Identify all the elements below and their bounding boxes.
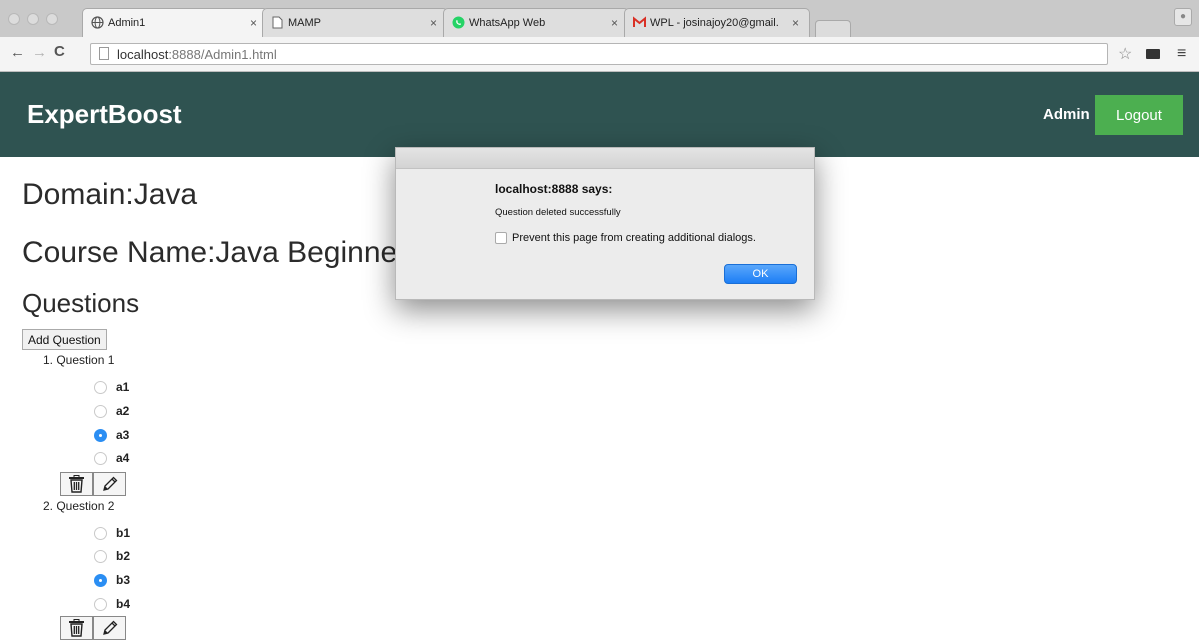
profile-icon[interactable]: ● xyxy=(1174,8,1192,26)
gmail-icon xyxy=(633,16,646,29)
hamburger-menu-icon[interactable]: ≡ xyxy=(1177,45,1186,63)
tab-whatsapp[interactable]: WhatsApp Web × xyxy=(443,8,629,37)
close-icon[interactable]: × xyxy=(611,16,618,30)
option-label: a1 xyxy=(116,380,130,394)
new-tab-button[interactable] xyxy=(815,20,851,37)
close-icon[interactable]: × xyxy=(250,16,257,30)
brand-logo[interactable]: ExpertBoost xyxy=(27,99,182,130)
globe-icon xyxy=(91,16,104,29)
cast-icon[interactable] xyxy=(1146,49,1160,59)
url-host: localhost xyxy=(117,47,169,62)
question-actions xyxy=(60,616,128,640)
window-minimize-button[interactable] xyxy=(27,13,39,25)
question-actions xyxy=(60,472,128,496)
option-label: b2 xyxy=(116,549,131,563)
trash-icon xyxy=(69,475,84,493)
prevent-dialogs-label[interactable]: Prevent this page from creating addition… xyxy=(512,232,756,244)
prevent-dialogs-checkbox[interactable] xyxy=(495,232,507,244)
option-label: b3 xyxy=(116,573,131,587)
logout-button[interactable]: Logout xyxy=(1095,95,1183,135)
tab-mamp[interactable]: MAMP × xyxy=(262,8,448,37)
question-title: 2. Question 2 xyxy=(43,499,115,513)
site-header: ExpertBoost Admin Logout xyxy=(0,72,1199,157)
radio-button[interactable] xyxy=(94,452,107,465)
tab-title: WhatsApp Web xyxy=(469,17,546,29)
window-zoom-button[interactable] xyxy=(46,13,58,25)
admin-user-label: Admin xyxy=(1043,106,1090,123)
back-arrow-icon[interactable]: ← xyxy=(10,45,25,60)
tab-title: MAMP xyxy=(288,17,321,29)
edit-question-button[interactable] xyxy=(93,616,126,640)
pencil-icon xyxy=(103,476,118,491)
dialog-titlebar[interactable] xyxy=(396,148,814,169)
reload-icon[interactable]: C xyxy=(54,44,65,59)
radio-button[interactable] xyxy=(94,527,107,540)
alert-dialog: localhost:8888 says: Question deleted su… xyxy=(395,147,815,300)
radio-button[interactable] xyxy=(94,405,107,418)
dialog-message: Question deleted successfully xyxy=(495,207,621,218)
tab-title: Admin1 xyxy=(108,17,146,29)
add-question-button[interactable]: Add Question xyxy=(22,329,107,350)
window-close-button[interactable] xyxy=(8,13,20,25)
option-label: a2 xyxy=(116,404,130,418)
option-label: b4 xyxy=(116,597,131,611)
question-title: 1. Question 1 xyxy=(43,353,115,367)
option-label: a4 xyxy=(116,451,130,465)
course-name-heading: Course Name:Java Beginner xyxy=(22,236,408,269)
radio-button-selected[interactable] xyxy=(94,574,107,587)
page-icon xyxy=(271,16,284,29)
address-bar[interactable]: localhost:8888/Admin1.html xyxy=(90,43,1108,65)
url-path: :8888/Admin1.html xyxy=(168,47,277,62)
browser-tab-strip: Admin1 × MAMP × WhatsApp Web × WPL - jos… xyxy=(0,0,1199,38)
delete-question-button[interactable] xyxy=(60,616,93,640)
radio-button[interactable] xyxy=(94,550,107,563)
radio-button-selected[interactable] xyxy=(94,429,107,442)
option-label: b1 xyxy=(116,526,131,540)
edit-question-button[interactable] xyxy=(93,472,126,496)
domain-heading: Domain:Java xyxy=(22,178,198,211)
tab-title: WPL - josinajoy20@gmail.c xyxy=(650,17,778,29)
document-icon xyxy=(99,47,109,60)
delete-question-button[interactable] xyxy=(60,472,93,496)
radio-button[interactable] xyxy=(94,598,107,611)
tab-admin1[interactable]: Admin1 × xyxy=(82,8,268,38)
whatsapp-icon xyxy=(452,16,465,29)
questions-heading: Questions xyxy=(22,288,140,318)
radio-button[interactable] xyxy=(94,381,107,394)
option-label: a3 xyxy=(116,428,130,442)
close-icon[interactable]: × xyxy=(792,16,799,30)
trash-icon xyxy=(69,619,84,637)
bookmark-star-icon[interactable]: ☆ xyxy=(1118,44,1132,64)
dialog-title: localhost:8888 says: xyxy=(495,182,613,196)
ok-button[interactable]: OK xyxy=(724,264,797,284)
close-icon[interactable]: × xyxy=(430,16,437,30)
tab-gmail[interactable]: WPL - josinajoy20@gmail.c × xyxy=(624,8,810,37)
browser-toolbar: ← → C localhost:8888/Admin1.html ☆ ≡ xyxy=(0,37,1199,72)
forward-arrow-icon[interactable]: → xyxy=(32,45,47,60)
pencil-icon xyxy=(103,620,118,635)
url-text: localhost:8888/Admin1.html xyxy=(117,47,277,62)
